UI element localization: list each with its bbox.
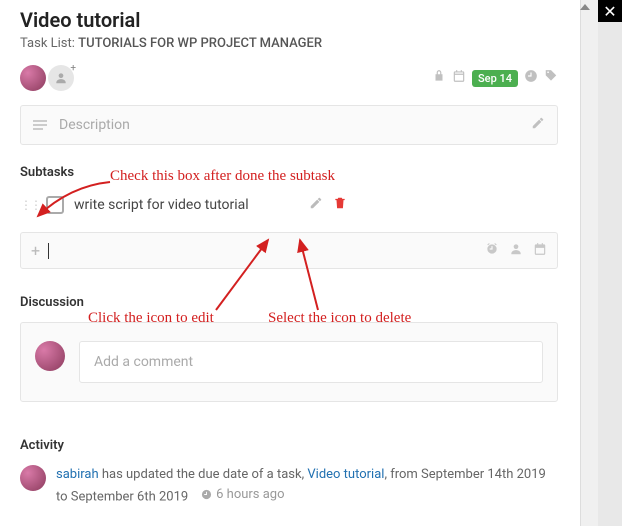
due-date-badge[interactable]: Sep 14 — [472, 70, 518, 87]
subtask-row: ⋮⋮ write script for video tutorial — [20, 190, 558, 220]
avatar — [20, 465, 46, 491]
tag-icon[interactable] — [544, 69, 558, 87]
close-button[interactable]: ✕ — [598, 0, 622, 22]
inner-scrollbar[interactable] — [580, 0, 598, 526]
drag-handle-icon[interactable]: ⋮⋮ — [20, 198, 40, 212]
comment-box: Add a comment — [20, 322, 558, 402]
avatar[interactable] — [20, 65, 46, 91]
assignee-avatars — [20, 65, 74, 91]
add-assignee-button[interactable] — [48, 65, 74, 91]
alarm-icon[interactable] — [485, 242, 499, 260]
description-placeholder: Description — [59, 117, 130, 133]
paragraph-icon — [33, 120, 47, 130]
activity-item: sabirah has updated the due date of a ta… — [20, 465, 558, 506]
delete-subtask-button[interactable] — [333, 196, 347, 214]
clock-icon — [201, 489, 212, 500]
lock-icon[interactable] — [432, 69, 446, 87]
scroll-up-icon — [580, 4, 590, 10]
plus-icon: + — [31, 241, 40, 260]
task-detail-panel: Video tutorial Task List: TUTORIALS FOR … — [0, 0, 578, 526]
subtasks-header: Subtasks — [20, 165, 558, 180]
task-title: Video tutorial — [20, 8, 558, 32]
subtask-text[interactable]: write script for video tutorial — [74, 197, 249, 213]
pencil-icon[interactable] — [531, 116, 545, 134]
text-cursor — [48, 243, 49, 259]
add-subtask-input[interactable]: + — [20, 232, 558, 269]
discussion-header: Discussion — [20, 295, 558, 310]
activity-user-link[interactable]: sabirah — [56, 467, 99, 482]
activity-header: Activity — [20, 438, 558, 453]
comment-input[interactable]: Add a comment — [79, 341, 543, 383]
tasklist-label: Task List: — [20, 36, 75, 51]
description-field[interactable]: Description — [20, 105, 558, 145]
comment-placeholder: Add a comment — [94, 354, 193, 370]
calendar-icon[interactable] — [533, 242, 547, 260]
task-meta-icons: Sep 14 — [432, 69, 558, 87]
outer-scrollbar[interactable] — [598, 22, 622, 526]
edit-subtask-button[interactable] — [309, 196, 323, 214]
activity-task-link[interactable]: Video tutorial — [307, 467, 384, 482]
avatar — [35, 341, 65, 371]
clock-icon[interactable] — [524, 69, 538, 87]
tasklist-name[interactable]: TUTORIALS FOR WP PROJECT MANAGER — [78, 36, 322, 51]
activity-timestamp: 6 hours ago — [201, 485, 284, 505]
tasklist-breadcrumb: Task List: TUTORIALS FOR WP PROJECT MANA… — [20, 36, 558, 51]
subtask-checkbox[interactable] — [46, 196, 64, 214]
user-icon[interactable] — [509, 242, 523, 260]
calendar-icon[interactable] — [452, 69, 466, 87]
activity-text: has updated the due date of a task, — [99, 467, 308, 482]
